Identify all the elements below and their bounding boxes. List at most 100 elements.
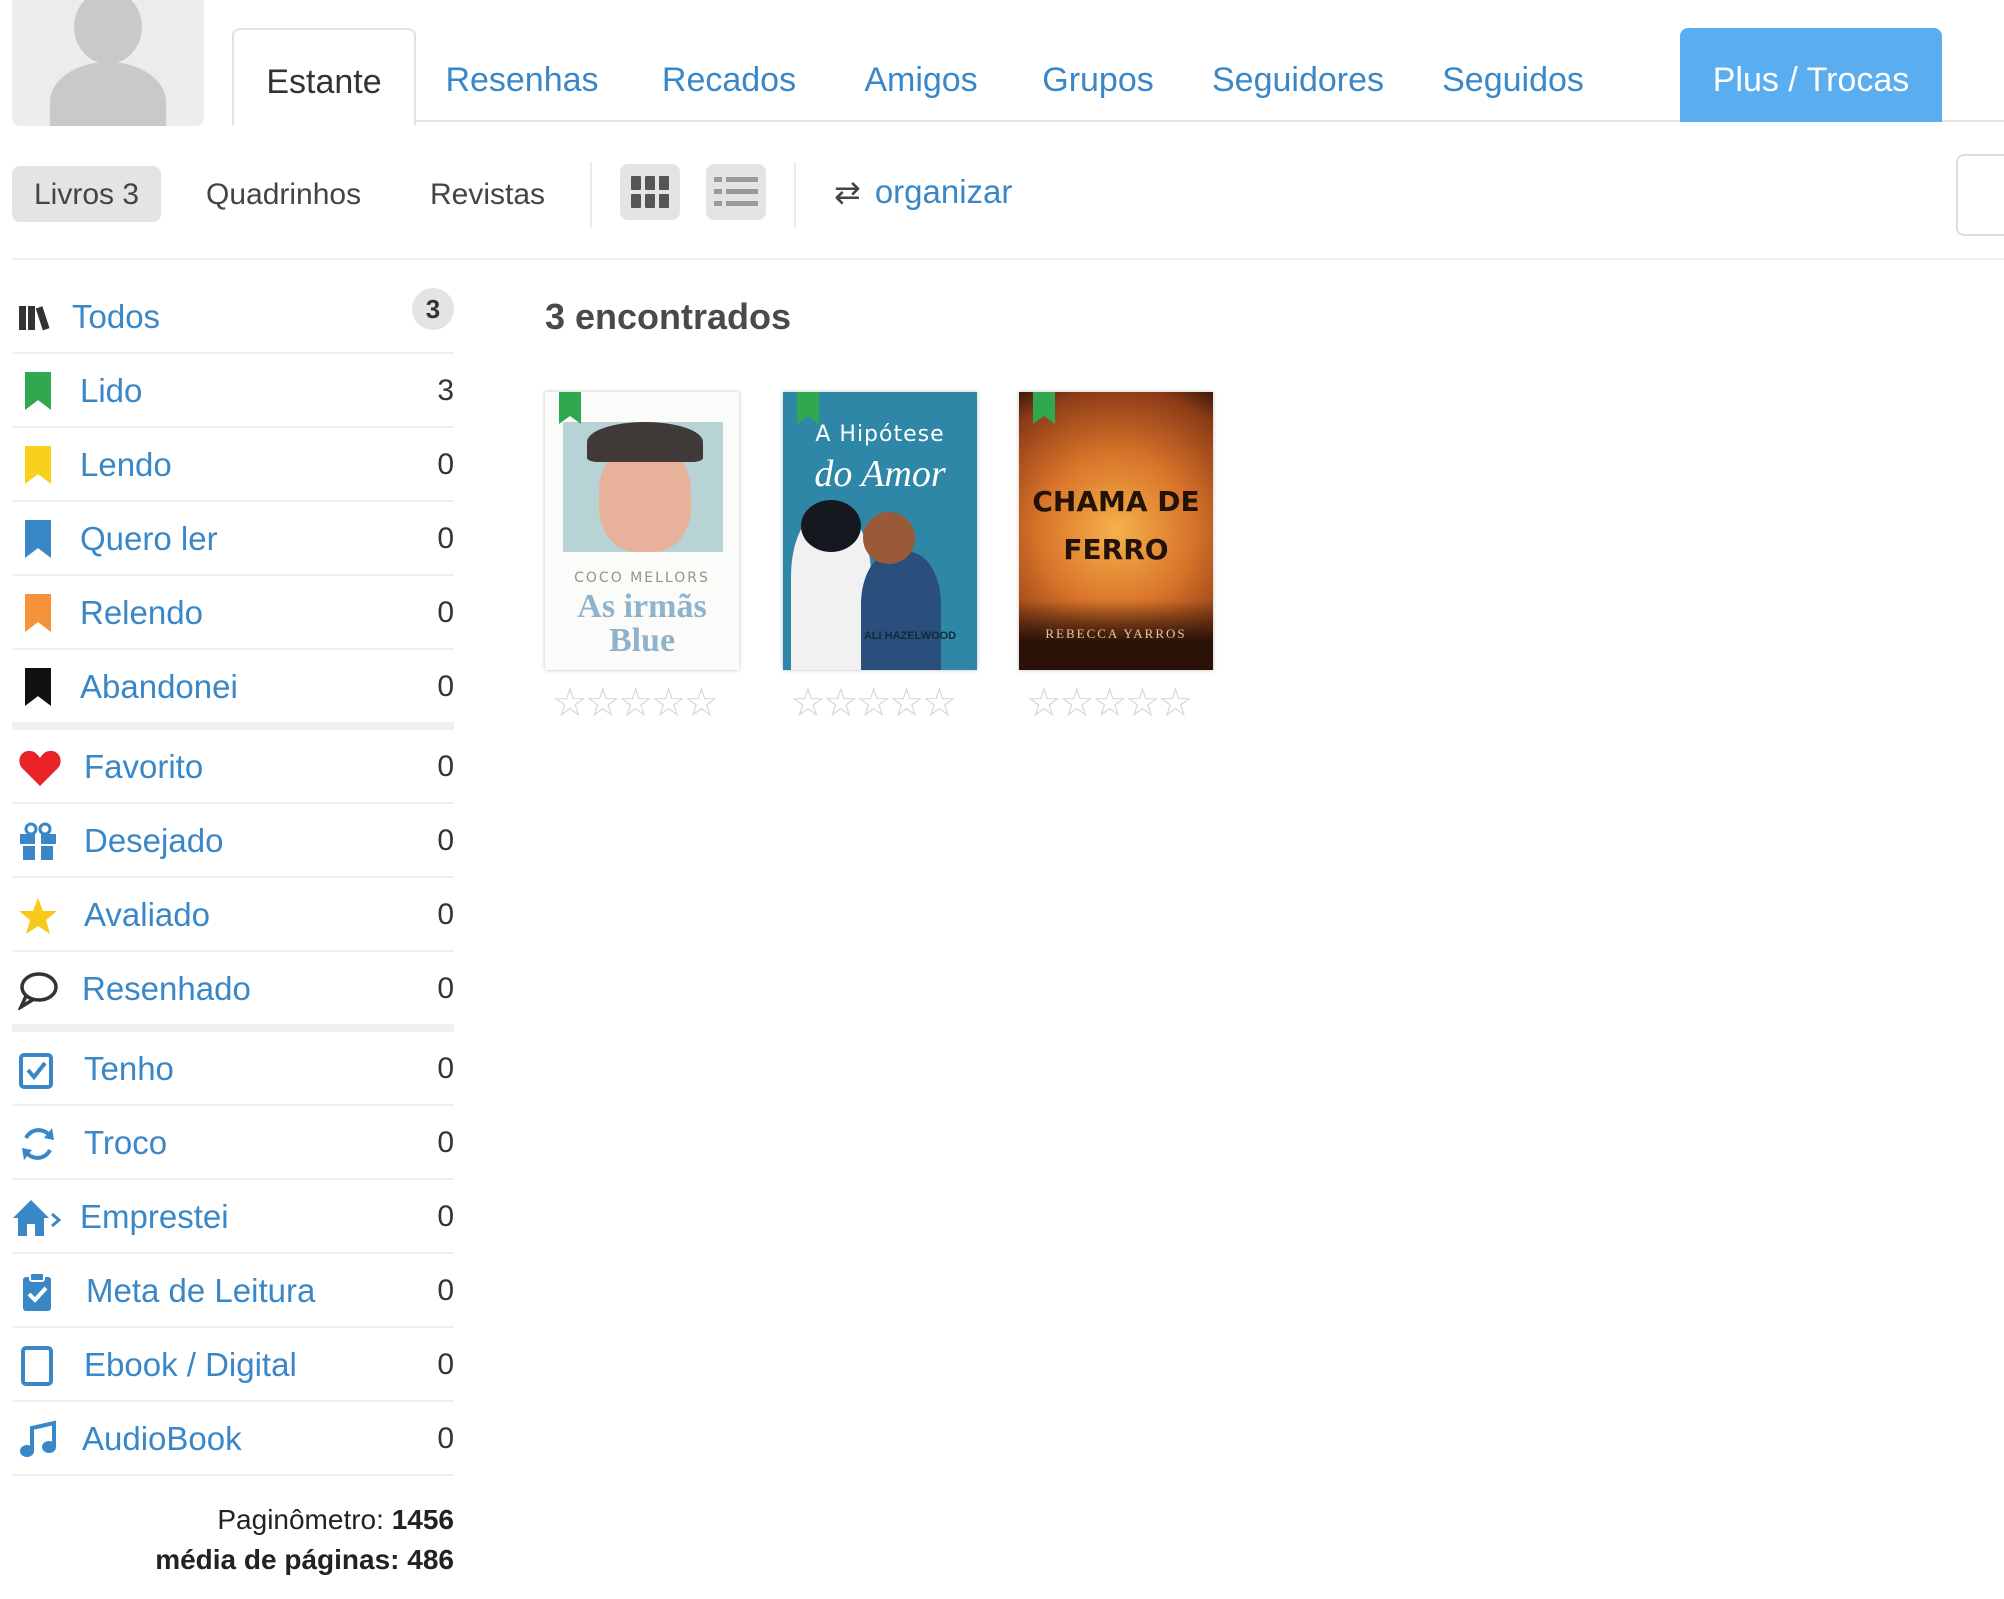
shelf-toolbar: Livros 3 Quadrinhos Revistas ⇄ organizar <box>12 162 2004 228</box>
sidebar-item-favorito[interactable]: Favorito 0 <box>12 730 454 804</box>
tab-seguidores[interactable]: Seguidores <box>1200 28 1396 122</box>
tab-amigos[interactable]: Amigos <box>846 28 996 122</box>
rating-stars[interactable]: ☆☆☆☆☆ <box>552 680 719 726</box>
book-cover-a-hipotese-do-amor[interactable]: A Hipótese do Amor ALI HAZELWOOD <box>783 392 977 670</box>
sidebar-item-lendo[interactable]: Lendo 0 <box>12 428 454 502</box>
paginometro-stats: Paginômetro: 1456 média de páginas: 486 <box>12 1500 454 1580</box>
sidebar-item-lido[interactable]: Lido 3 <box>12 354 454 428</box>
books-icon <box>18 298 58 338</box>
read-bookmark-icon <box>559 392 581 424</box>
heart-icon <box>18 748 61 788</box>
list-view-button[interactable] <box>706 164 766 220</box>
tab-resenhas[interactable]: Resenhas <box>432 28 612 122</box>
book-cover-as-irmas-blue[interactable]: COCO MELLORS As irmãs Blue <box>545 392 739 670</box>
cover-title: As irmãs Blue <box>577 588 707 659</box>
tab-seguidos[interactable]: Seguidos <box>1428 28 1598 122</box>
rating-stars[interactable]: ☆☆☆☆☆ <box>1026 680 1193 726</box>
sidebar-item-emprestei[interactable]: Emprestei 0 <box>12 1180 454 1254</box>
sidebar-item-label: Quero ler <box>80 520 218 557</box>
sidebar-item-label: Meta de Leitura <box>86 1272 316 1309</box>
cover-subtitle: do Amor <box>814 453 946 495</box>
sidebar-item-abandonei[interactable]: Abandonei 0 <box>12 650 454 730</box>
bookmark-orange-icon <box>18 594 58 634</box>
tab-grupos[interactable]: Grupos <box>1028 28 1168 122</box>
sidebar-item-troco[interactable]: Troco 0 <box>12 1106 454 1180</box>
sidebar-item-count: 0 <box>437 824 454 857</box>
cycle-icon <box>18 1124 58 1164</box>
list-icon <box>714 177 758 207</box>
sidebar-item-count: 0 <box>437 448 454 481</box>
organize-button[interactable]: ⇄ organizar <box>834 162 1012 222</box>
rating-stars[interactable]: ☆☆☆☆☆ <box>790 680 957 726</box>
sidebar-item-label: AudioBook <box>82 1420 242 1457</box>
music-note-icon <box>18 1420 58 1460</box>
sidebar-item-count: 0 <box>437 522 454 555</box>
sidebar-item-label: Relendo <box>80 594 203 631</box>
organize-label: organizar <box>874 173 1013 210</box>
cover-title: A Hipótese <box>815 422 945 447</box>
sidebar-item-count: 0 <box>437 750 454 783</box>
tab-plus-trocas[interactable]: Plus / Trocas <box>1680 28 1942 122</box>
sidebar-item-label: Tenho <box>84 1050 174 1087</box>
sidebar-item-ebook-digital[interactable]: Ebook / Digital 0 <box>12 1328 454 1402</box>
sidebar-item-resenhado[interactable]: Resenhado 0 <box>12 952 454 1032</box>
sidebar-item-label: Ebook / Digital <box>84 1346 297 1383</box>
sidebar-item-tenho[interactable]: Tenho 0 <box>12 1032 454 1106</box>
star-icon <box>18 896 58 936</box>
sidebar-item-label: Avaliado <box>84 896 210 933</box>
toolbar-divider <box>590 162 592 228</box>
shelf-sidebar: Todos 3 Lido 3 Lendo 0 Quero ler 0 Relen… <box>12 280 454 1575</box>
profile-tabs: Estante Resenhas Recados Amigos Grupos S… <box>232 28 2004 126</box>
toolbar-divider-line <box>12 258 2004 260</box>
bookmark-green-icon <box>18 372 58 412</box>
grid-icon <box>631 176 669 208</box>
avatar-silhouette-head <box>74 0 142 64</box>
tab-estante[interactable]: Estante <box>232 28 416 126</box>
book-cover-chama-de-ferro[interactable]: CHAMA DE FERRO REBECCA YARROS <box>1019 392 1213 670</box>
checkbox-icon <box>18 1050 58 1090</box>
bookmark-yellow-icon <box>18 446 58 486</box>
sidebar-item-audiobook[interactable]: AudioBook 0 <box>12 1402 454 1476</box>
sidebar-item-label: Abandonei <box>80 668 238 705</box>
tablet-icon <box>18 1346 58 1386</box>
sidebar-item-count: 0 <box>437 1200 454 1233</box>
sidebar-item-label: Desejado <box>84 822 224 859</box>
sidebar-item-count: 0 <box>437 1052 454 1085</box>
sidebar-item-count: 3 <box>437 374 454 407</box>
sidebar-item-count: 0 <box>437 1126 454 1159</box>
paginometro-label: Paginômetro: <box>217 1504 384 1535</box>
media-paginas-label: média de páginas: <box>155 1544 400 1575</box>
filter-revistas-button[interactable]: Revistas <box>430 166 545 222</box>
sidebar-item-count: 0 <box>437 1422 454 1455</box>
sidebar-item-avaliado[interactable]: Avaliado 0 <box>12 878 454 952</box>
media-paginas-value: 486 <box>407 1544 454 1575</box>
filter-livros-button[interactable]: Livros 3 <box>12 166 162 222</box>
gift-icon <box>18 822 58 862</box>
bookmark-blue-icon <box>18 520 58 560</box>
repeat-icon: ⇄ <box>834 174 861 210</box>
sidebar-item-relendo[interactable]: Relendo 0 <box>12 576 454 650</box>
sidebar-item-todos[interactable]: Todos 3 <box>12 280 454 354</box>
sidebar-item-quero-ler[interactable]: Quero ler 0 <box>12 502 454 576</box>
cover-title: CHAMA DE FERRO <box>1032 485 1200 566</box>
sidebar-item-count: 0 <box>437 1348 454 1381</box>
sidebar-item-count: 0 <box>437 972 454 1005</box>
tab-recados[interactable]: Recados <box>644 28 814 122</box>
filter-quadrinhos-button[interactable]: Quadrinhos <box>206 166 361 222</box>
sidebar-item-count: 0 <box>437 670 454 703</box>
sidebar-item-label: Troco <box>84 1124 168 1161</box>
sidebar-item-label: Lido <box>80 372 143 409</box>
sidebar-item-count: 0 <box>437 898 454 931</box>
user-avatar[interactable] <box>12 0 204 126</box>
search-input[interactable] <box>1956 154 2004 236</box>
cover-author: ALI HAZELWOOD <box>863 630 957 642</box>
house-arrow-icon <box>12 1198 62 1238</box>
sidebar-item-count: 0 <box>437 1274 454 1307</box>
grid-view-button[interactable] <box>620 164 680 220</box>
cover-illustration <box>563 422 723 552</box>
sidebar-item-meta-de-leitura[interactable]: Meta de Leitura 0 <box>12 1254 454 1328</box>
sidebar-item-desejado[interactable]: Desejado 0 <box>12 804 454 878</box>
results-count: 3 encontrados <box>545 296 792 337</box>
avatar-silhouette-body <box>50 62 166 126</box>
cover-author: REBECCA YARROS <box>1045 626 1187 641</box>
